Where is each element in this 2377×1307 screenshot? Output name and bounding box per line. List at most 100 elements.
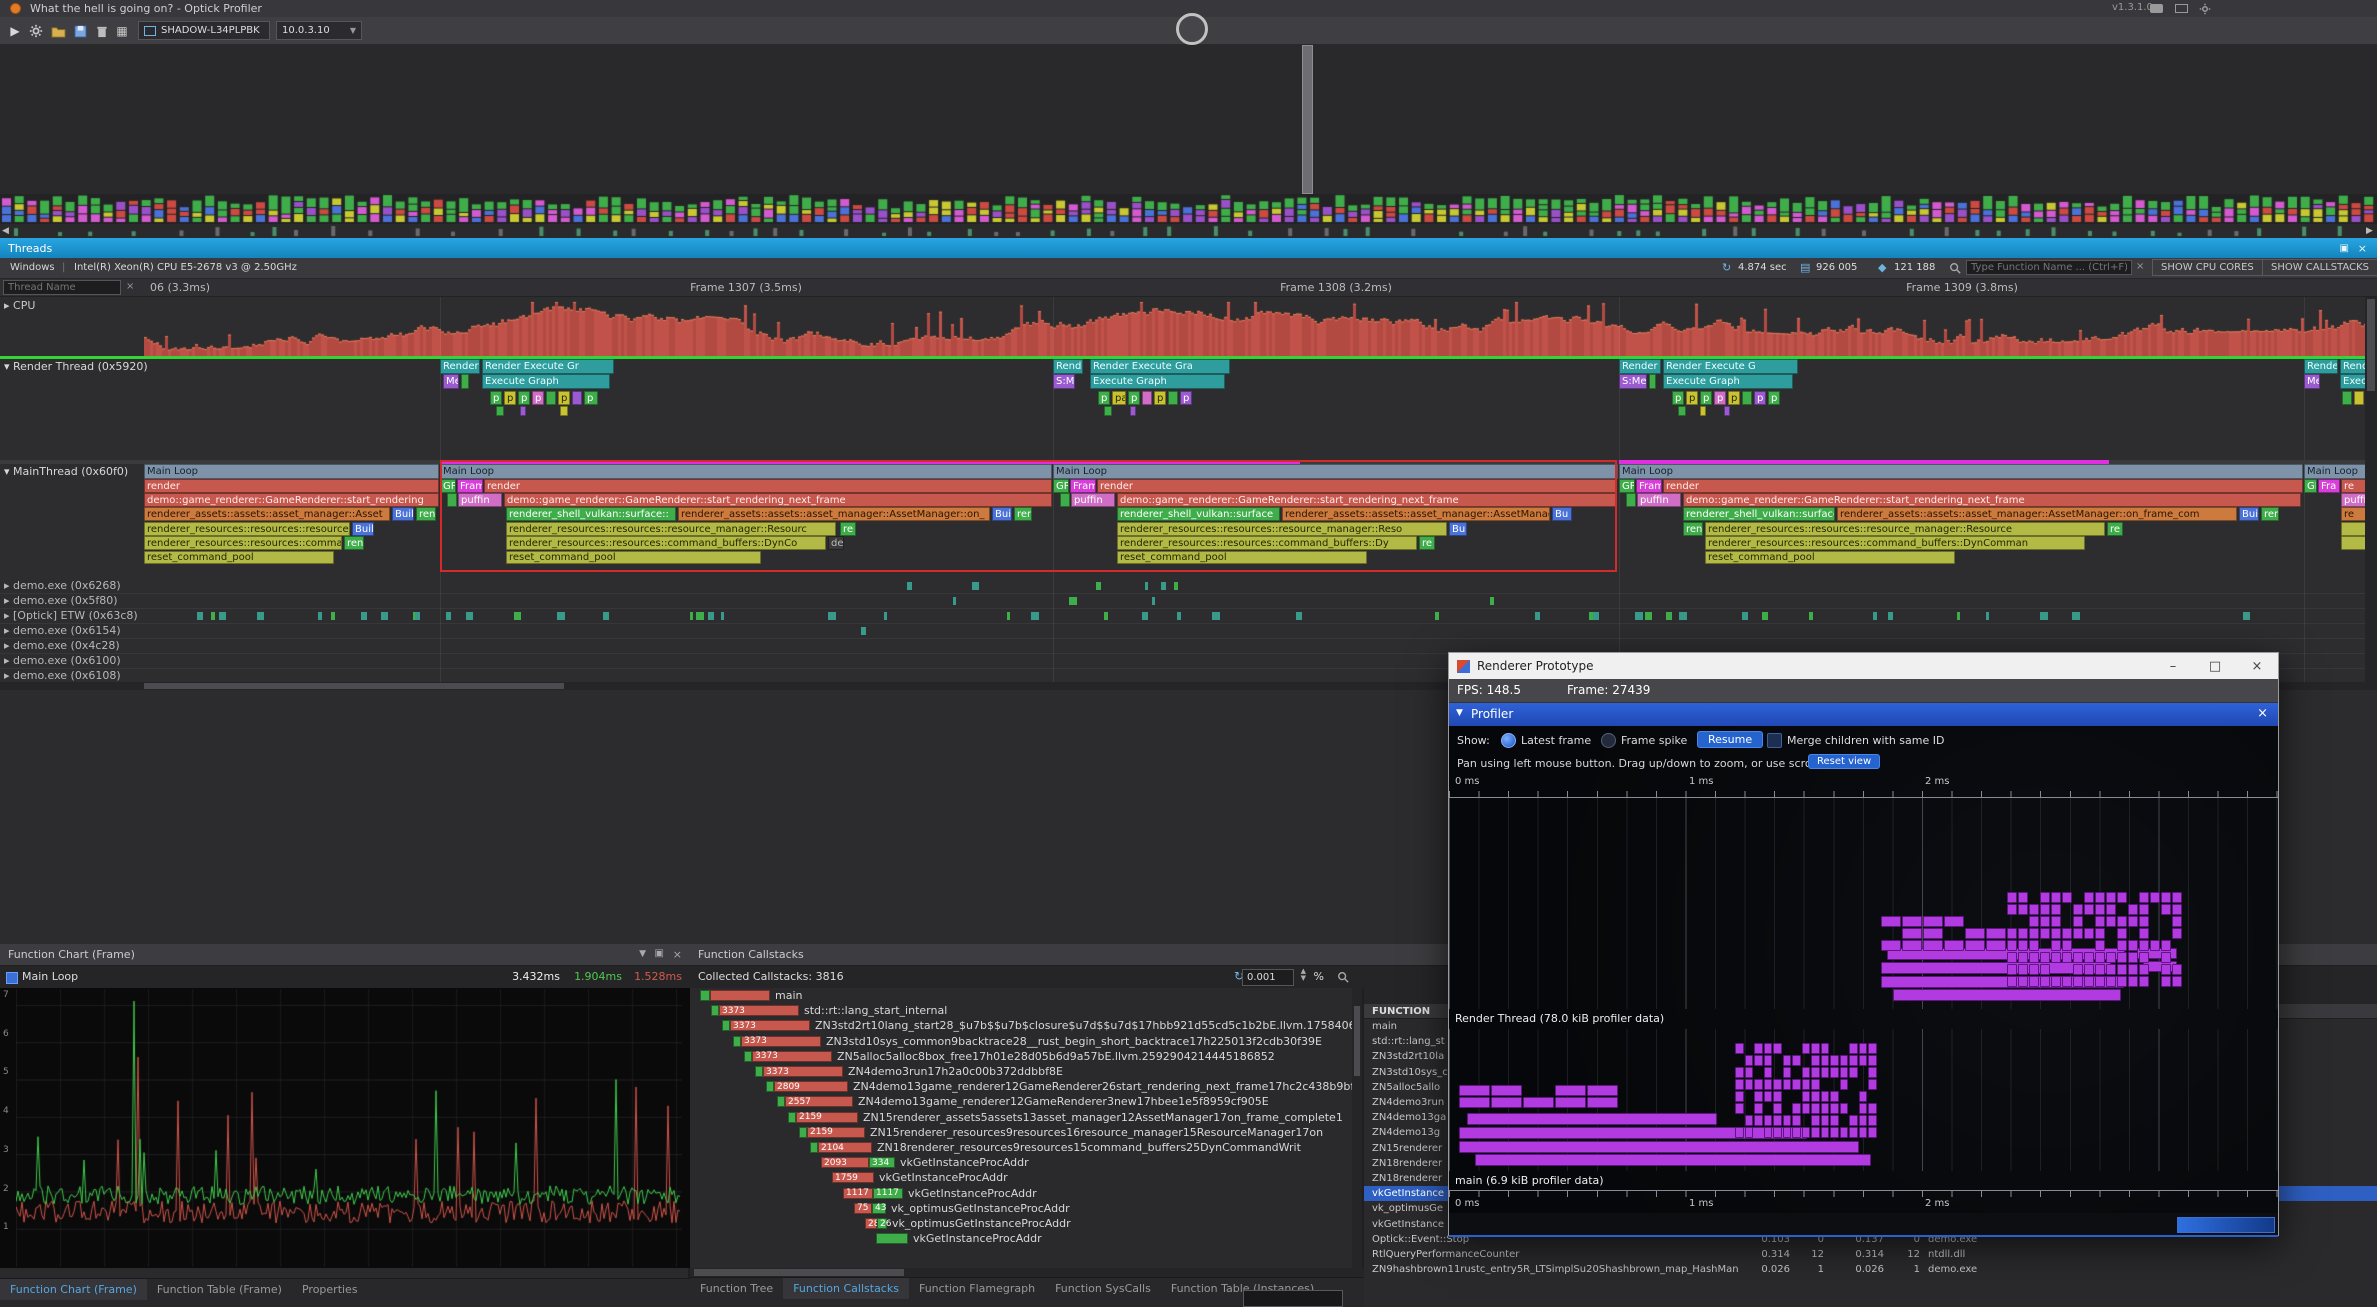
profiler-scope-block[interactable] [2073, 916, 2083, 927]
timeline-event-block[interactable]: Render [2304, 359, 2338, 374]
scrollbar-thumb[interactable] [2367, 299, 2375, 391]
profiler-scope-block[interactable] [2095, 928, 2105, 939]
callstack-row[interactable]: 2557ZN4demo13game_renderer12GameRenderer… [690, 1094, 1269, 1109]
timeline-event-block[interactable]: reset_command_pool [1705, 551, 1955, 564]
profiler-scope-block[interactable] [1830, 1067, 1839, 1078]
profiler-scope-block[interactable] [2139, 964, 2149, 975]
profiler-scope-block[interactable] [1811, 1103, 1820, 1114]
profiler-scope-block[interactable] [2172, 892, 2182, 903]
thread-filter-clear-icon[interactable]: × [126, 281, 134, 292]
layout-grid-icon[interactable]: ▦ [114, 23, 130, 39]
timeline-event-block[interactable]: p [1672, 391, 1684, 405]
timeline-event-block[interactable]: GPU [1619, 479, 1635, 493]
profiler-scope-block[interactable] [1859, 1127, 1868, 1138]
callstack-row[interactable]: 1759vkGetInstanceProcAddr [690, 1170, 1008, 1185]
timeline-event-block[interactable]: Me [2304, 374, 2320, 389]
profiler-scope-block[interactable] [1467, 1113, 1717, 1125]
percent-toggle[interactable]: % [1314, 970, 1324, 983]
timeline-event-block[interactable] [560, 406, 568, 416]
tab-mid-1[interactable]: Function Callstacks [783, 1278, 909, 1299]
profiler-scope-block[interactable] [1802, 1091, 1811, 1102]
callstack-row[interactable]: 3373ZN5alloc5alloc8box_free17h01e28d05b6… [690, 1049, 1275, 1064]
timeline-event-block[interactable] [1678, 406, 1686, 416]
profiler-scope-block[interactable] [2084, 976, 2094, 987]
main-thread-flamegraph[interactable] [1449, 1029, 2278, 1171]
profiler-scope-block[interactable] [2106, 892, 2116, 903]
profiler-scope-block[interactable] [2161, 964, 2171, 975]
thread-label[interactable]: ▾ MainThread (0x60f0) [4, 465, 128, 478]
timeline-event-block[interactable]: Frame [1636, 479, 1662, 493]
profiler-scope-block[interactable] [1754, 1115, 1763, 1126]
callstack-row[interactable]: 11171117vkGetInstanceProcAddr [690, 1186, 1037, 1201]
profiler-scope-block[interactable] [2062, 976, 2072, 987]
profiler-scope-block[interactable] [1811, 1067, 1820, 1078]
profiler-scope-block[interactable] [1811, 1115, 1820, 1126]
profiler-scope-block[interactable] [1764, 1115, 1773, 1126]
profiler-scope-block[interactable] [2073, 952, 2083, 963]
profiler-scope-block[interactable] [2029, 904, 2039, 915]
profiler-scope-block[interactable] [2161, 976, 2171, 987]
profiler-scope-block[interactable] [2106, 916, 2116, 927]
profiler-scope-block[interactable] [1792, 1127, 1801, 1138]
timeline-slider-knob[interactable] [1176, 13, 1208, 45]
profiler-scope-block[interactable] [2095, 964, 2105, 975]
profiler-scope-block[interactable] [1735, 1091, 1744, 1102]
callstack-row[interactable]: 2104ZN18renderer_resources9resources15co… [690, 1140, 1301, 1155]
tab-left-0[interactable]: Function Chart (Frame) [0, 1279, 147, 1300]
timeline-event-block[interactable]: Main Loop [144, 464, 439, 479]
profiler-scope-block[interactable] [2084, 964, 2094, 975]
profiler-scope-block[interactable] [1783, 1127, 1792, 1138]
profiler-scope-block[interactable] [1475, 1154, 1871, 1166]
zoom-range-indicator[interactable] [2177, 1217, 2275, 1233]
profiler-scope-block[interactable] [2040, 916, 2050, 927]
profiler-scope-block[interactable] [1923, 916, 1943, 927]
profiler-scope-block[interactable] [2007, 976, 2017, 987]
play-button[interactable]: ▶ [6, 22, 24, 40]
thread-label-collapsed[interactable]: ▸ demo.exe (0x6154) [4, 624, 121, 637]
profiler-scope-block[interactable] [1802, 1043, 1811, 1054]
timeline-event-block[interactable]: reset_command_pool [144, 551, 334, 564]
timeline-event-block[interactable]: puffin [1637, 493, 1681, 507]
function-table-row[interactable]: ZN9hashbrown11rustc_entry5R_LTSimplSu20S… [1364, 1262, 2377, 1277]
profiler-scope-block[interactable] [1764, 1079, 1773, 1090]
profiler-scope-block[interactable] [2029, 928, 2039, 939]
callstacks-vertical-scrollbar[interactable] [1352, 988, 1362, 1268]
tab-mid-3[interactable]: Function SysCalls [1045, 1278, 1161, 1299]
profiler-scope-block[interactable] [2161, 892, 2171, 903]
threshold-stepper[interactable]: ▲▼ [1301, 968, 1306, 982]
tab-mid-0[interactable]: Function Tree [690, 1278, 783, 1299]
timeline-event-block[interactable] [546, 391, 556, 405]
frame-spike-radio[interactable] [1601, 733, 1616, 748]
save-capture-icon[interactable] [72, 23, 88, 39]
profiler-scope-block[interactable] [2051, 976, 2061, 987]
profiler-scope-block[interactable] [2095, 892, 2105, 903]
threads-close-icon[interactable]: × [2358, 242, 2367, 255]
profiler-scope-block[interactable] [1821, 1127, 1830, 1138]
profiler-scope-block[interactable] [2172, 916, 2182, 927]
frame-overview-mini[interactable] [0, 224, 2377, 238]
profiler-scope-block[interactable] [2007, 892, 2017, 903]
callstack-row[interactable]: vkGetInstanceProcAddr [690, 1231, 1042, 1246]
profiler-scope-block[interactable] [1965, 940, 1985, 951]
profiler-scope-block[interactable] [1764, 1055, 1773, 1066]
profiler-scope-block[interactable] [1773, 1091, 1782, 1102]
profiler-scope-block[interactable] [2073, 964, 2083, 975]
thread-label-collapsed[interactable]: ▸ demo.exe (0x6268) [4, 579, 121, 592]
timeline-event-block[interactable]: Render Pr [1619, 359, 1661, 374]
close-button[interactable]: × [2236, 653, 2278, 679]
timeline-event-block[interactable]: p [532, 391, 544, 405]
profiler-scope-block[interactable] [1745, 1115, 1754, 1126]
profiler-scope-block[interactable] [2040, 904, 2050, 915]
profiler-scope-block[interactable] [2007, 928, 2017, 939]
profiler-scope-block[interactable] [1849, 1043, 1858, 1054]
frame-spike-label[interactable]: Frame spike [1621, 734, 1687, 747]
profiler-scope-block[interactable] [2018, 892, 2028, 903]
show-cpu-cores-button[interactable]: SHOW CPU CORES [2152, 259, 2263, 276]
timeline-event-block[interactable]: renderer_shell_vulkan::surface::Vk [1683, 507, 1835, 521]
callstack-row[interactable]: main [690, 988, 802, 1003]
profiler-scope-block[interactable] [2095, 904, 2105, 915]
profiler-scope-block[interactable] [1811, 1043, 1820, 1054]
show-callstacks-button[interactable]: SHOW CALLSTACKS [2262, 259, 2377, 276]
open-capture-icon[interactable] [50, 23, 66, 39]
timeline-event-block[interactable]: p [1728, 391, 1740, 405]
